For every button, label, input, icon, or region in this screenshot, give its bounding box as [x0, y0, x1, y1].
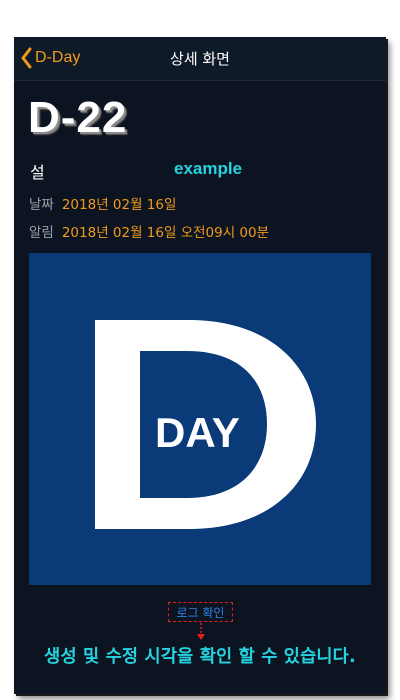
date-label: 날짜	[29, 197, 54, 213]
navigation-bar: D-Day 상세 화면	[14, 37, 386, 81]
event-image: DAY	[29, 253, 371, 585]
date-value: 2018년 02월 16일	[61, 197, 177, 213]
d-day-logo-icon: DAY	[29, 253, 371, 585]
page: D-Day 상세 화면 D-22 설 example 날짜 2018년 02월 1…	[0, 0, 400, 700]
alarm-value: 2018년 02월 16일 오전09시 00분	[61, 225, 270, 241]
arrow-down-icon	[197, 623, 205, 640]
event-title-row: 설 example	[30, 159, 370, 183]
alarm-row: 알림 2018년 02월 16일 오전09시 00분	[29, 221, 269, 241]
event-category: 설	[30, 163, 45, 182]
view-log-button[interactable]: 로그 확인	[168, 602, 233, 622]
date-row: 날짜 2018년 02월 16일	[29, 193, 176, 213]
alarm-label: 알림	[29, 225, 54, 241]
page-title: 상세 화면	[170, 50, 230, 68]
event-name: example	[174, 159, 243, 178]
app-screen: D-Day 상세 화면 D-22 설 example 날짜 2018년 02월 1…	[14, 37, 386, 694]
dday-count: D-22	[28, 93, 128, 142]
annotation-caption: 생성 및 수정 시각을 확인 할 수 있습니다.	[44, 647, 356, 667]
logo-text: DAY	[155, 409, 240, 456]
